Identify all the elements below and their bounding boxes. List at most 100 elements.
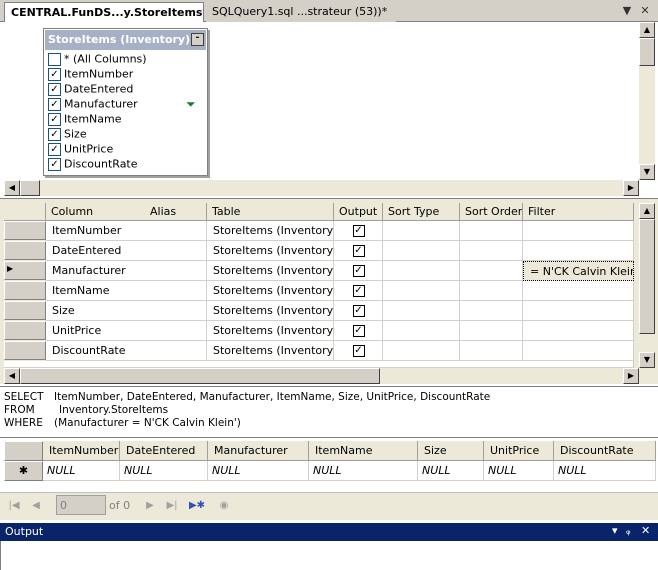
scroll-thumb[interactable] [639, 38, 655, 66]
criteria-cell-table[interactable]: StoreItems (Inventory) [207, 301, 334, 321]
scroll-thumb[interactable] [20, 368, 380, 384]
table-widget-storeitems[interactable]: StoreItems (Inventory) - * (All Columns)… [43, 28, 208, 176]
results-header-manufacturer[interactable]: Manufacturer [208, 441, 309, 461]
criteria-cell-filter[interactable] [523, 221, 634, 241]
criteria-output-cell[interactable]: ✓ [334, 221, 383, 241]
scroll-right-icon[interactable]: ▶ [623, 368, 639, 384]
criteria-header-sort-type[interactable]: Sort Type [383, 203, 460, 221]
results-header-itemname[interactable]: ItemName [309, 441, 418, 461]
criteria-cell-table[interactable]: StoreItems (Inventory) [207, 341, 334, 361]
criteria-output-cell[interactable]: ✓ [334, 321, 383, 341]
window-position-icon[interactable]: ▾ [612, 524, 618, 537]
output-checkbox[interactable]: ✓ [352, 325, 365, 337]
criteria-cell-column[interactable]: ItemName [46, 281, 146, 301]
criteria-cell-alias[interactable] [145, 341, 207, 361]
criteria-cell-column[interactable]: Manufacturer [46, 261, 146, 281]
checked-checkbox[interactable]: ✓ [48, 142, 61, 156]
new-record-icon[interactable]: ▶✱ [187, 498, 207, 514]
criteria-cell-filter[interactable] [523, 321, 634, 341]
criteria-cell-alias[interactable] [145, 261, 207, 281]
table-widget-column-row[interactable]: ✓ DiscountRate [48, 157, 138, 172]
criteria-cell-sort-type[interactable] [383, 341, 460, 361]
criteria-output-cell[interactable]: ✓ [334, 241, 383, 261]
criteria-cell-table[interactable]: StoreItems (Inventory) [207, 281, 334, 301]
criteria-cell-sort-order[interactable] [460, 241, 523, 261]
first-record-icon[interactable]: |◀ [6, 498, 22, 514]
criteria-header-sort-order[interactable]: Sort Order [460, 203, 523, 221]
record-number-input[interactable]: 0 [56, 495, 106, 515]
results-null-cell[interactable]: NULL [120, 461, 208, 481]
criteria-horizontal-scrollbar[interactable]: ◀ ▶ [4, 368, 639, 384]
criteria-cell-sort-order[interactable] [460, 261, 523, 281]
unchecked-checkbox[interactable] [48, 52, 61, 66]
criteria-header-column[interactable]: Column [46, 203, 146, 221]
criteria-cell-column[interactable]: DiscountRate [46, 341, 146, 361]
next-record-icon[interactable]: ▶ [142, 498, 158, 514]
checked-checkbox[interactable]: ✓ [48, 112, 61, 126]
sql-pane[interactable]: SELECT ItemNumber, DateEntered, Manufact… [0, 386, 658, 436]
criteria-header-output[interactable]: Output [334, 203, 383, 221]
output-checkbox[interactable]: ✓ [352, 265, 365, 277]
criteria-row-selector[interactable] [4, 301, 46, 320]
criteria-cell-table[interactable]: StoreItems (Inventory) [207, 221, 334, 241]
scroll-right-icon[interactable]: ▶ [623, 180, 639, 196]
output-panel-body[interactable] [0, 541, 658, 570]
criteria-cell-filter[interactable] [523, 281, 634, 301]
diagram-vertical-scrollbar[interactable]: ▲ ▼ [639, 22, 655, 180]
results-null-cell[interactable]: NULL [208, 461, 309, 481]
criteria-row-selector[interactable] [4, 341, 46, 360]
diagram-horizontal-scrollbar[interactable]: ◀ ▶ [4, 180, 639, 196]
table-widget-column-row[interactable]: ✓ ItemNumber [48, 67, 133, 82]
table-widget-column-row[interactable]: ✓ DateEntered [48, 82, 133, 97]
criteria-cell-sort-type[interactable] [383, 321, 460, 341]
table-widget-column-row[interactable]: * (All Columns) [48, 52, 147, 67]
results-header-unitprice[interactable]: UnitPrice [484, 441, 554, 461]
criteria-output-cell[interactable]: ✓ [334, 261, 383, 281]
results-header-size[interactable]: Size [418, 441, 484, 461]
criteria-cell-filter[interactable] [523, 301, 634, 321]
criteria-corner-header[interactable] [4, 203, 46, 221]
criteria-cell-filter[interactable] [523, 341, 634, 361]
tab-list-dropdown-icon[interactable]: ▼ [620, 4, 634, 18]
criteria-cell-alias[interactable] [145, 301, 207, 321]
criteria-row-selector[interactable] [4, 221, 46, 240]
results-header-itemnumber[interactable]: ItemNumber [43, 441, 120, 461]
criteria-cell-sort-type[interactable] [383, 241, 460, 261]
criteria-cell-alias[interactable] [145, 221, 207, 241]
criteria-cell-sort-order[interactable] [460, 341, 523, 361]
results-corner-header[interactable] [4, 441, 43, 461]
scroll-up-icon[interactable]: ▲ [639, 22, 655, 38]
criteria-cell-sort-order[interactable] [460, 281, 523, 301]
tab-storeitems[interactable]: CENTRAL.FunDS...y.StoreItems* [4, 2, 204, 23]
results-null-cell[interactable]: NULL [554, 461, 656, 481]
scroll-down-icon[interactable]: ▼ [639, 164, 655, 180]
criteria-cell-column[interactable]: Size [46, 301, 146, 321]
output-checkbox[interactable]: ✓ [352, 345, 365, 357]
checked-checkbox[interactable]: ✓ [48, 67, 61, 81]
scroll-thumb[interactable] [20, 180, 40, 196]
criteria-cell-sort-type[interactable] [383, 281, 460, 301]
output-checkbox[interactable]: ✓ [352, 225, 365, 237]
scroll-down-icon[interactable]: ▼ [639, 352, 655, 368]
criteria-cell-sort-type[interactable] [383, 221, 460, 241]
criteria-header-table[interactable]: Table [207, 203, 334, 221]
previous-record-icon[interactable]: ◀ [28, 498, 44, 514]
criteria-header-alias[interactable]: Alias [145, 203, 207, 221]
last-record-icon[interactable]: ▶| [164, 498, 180, 514]
criteria-output-cell[interactable]: ✓ [334, 341, 383, 361]
criteria-vertical-scrollbar[interactable]: ▲ ▼ [639, 203, 655, 368]
criteria-cell-filter[interactable]: = N'CK Calvin Klein' [523, 261, 634, 281]
results-null-cell[interactable]: NULL [484, 461, 554, 481]
criteria-row-selector[interactable] [4, 321, 46, 340]
checked-checkbox[interactable]: ✓ [48, 157, 61, 171]
checked-checkbox[interactable]: ✓ [48, 82, 61, 96]
table-widget-column-row[interactable]: ✓ UnitPrice [48, 142, 113, 157]
criteria-cell-table[interactable]: StoreItems (Inventory) [207, 321, 334, 341]
results-null-cell[interactable]: NULL [43, 461, 120, 481]
criteria-row-selector[interactable] [4, 281, 46, 300]
criteria-cell-filter[interactable] [523, 241, 634, 261]
output-checkbox[interactable]: ✓ [352, 285, 365, 297]
criteria-row-selector[interactable] [4, 241, 46, 260]
criteria-cell-alias[interactable] [145, 321, 207, 341]
new-row-marker-icon[interactable]: ✱ [4, 461, 43, 481]
